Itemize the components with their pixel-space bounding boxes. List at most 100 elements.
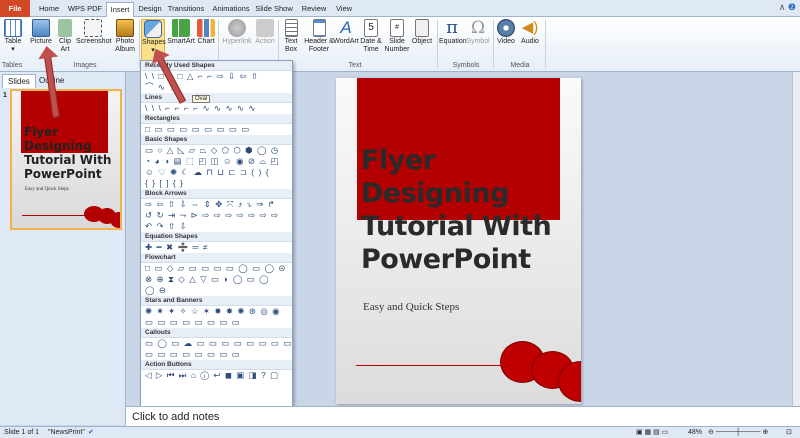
text-box-button[interactable]: Text Box	[281, 19, 301, 54]
hyperlink-button[interactable]: Hyperlink	[221, 19, 253, 46]
film-reel-icon	[497, 19, 515, 37]
group-label-media: Media	[510, 62, 530, 69]
shapes-section-header: Rectangles	[141, 114, 292, 124]
slide-canvas[interactable]: Flyer Designing Tutorial With PowerPoint…	[336, 78, 581, 404]
slide-number-icon: #	[390, 19, 404, 37]
fit-to-window-icon[interactable]: ⊡	[786, 427, 792, 438]
shape-row[interactable]: ⌒ ∿ ☆	[141, 82, 292, 93]
equation-button[interactable]: π Equation	[439, 17, 467, 46]
shape-row[interactable]: ▭ ▭ ▭ ▭ ▭ ▭ ▭ ▭	[141, 349, 292, 360]
action-icon	[256, 19, 274, 37]
view-buttons[interactable]: ▣ ▦ ▤ ▭	[636, 427, 668, 438]
ribbon-tabs: File Home WPS PDF Insert Design Transiti…	[0, 0, 800, 17]
shape-row[interactable]: ◯ ⊖	[141, 285, 292, 296]
symbol-button[interactable]: Ω Symbol	[466, 19, 490, 46]
shape-row[interactable]: { } [ ] { }	[141, 178, 292, 189]
shape-row[interactable]: \ \ \ ⌐ ⌐ ⌐ ⌐ ∿ ∿ ∿ ∿ ∿	[141, 103, 292, 114]
shape-row[interactable]: ▭ ▭ ▭ ▭ ▭ ▭ ▭ ▭	[141, 317, 292, 328]
slide-number-button[interactable]: # Slide Number	[384, 19, 410, 54]
action-button[interactable]: Action	[254, 19, 276, 46]
shape-row[interactable]: ✚ ━ ✖ ➗ ═ ≠	[141, 242, 292, 253]
object-button[interactable]: Object	[410, 19, 434, 46]
date-time-button[interactable]: 5 Date & Time	[360, 19, 382, 54]
tab-file[interactable]: File	[0, 0, 30, 17]
thumbnail-subtitle: Easy and Quick Steps	[25, 187, 69, 192]
tab-view[interactable]: View	[332, 2, 356, 17]
zoom-level[interactable]: 48%	[688, 427, 702, 438]
picture-icon	[32, 19, 50, 37]
minimize-ribbon-icon[interactable]: ∧	[779, 2, 786, 12]
notes-pane[interactable]: Click to add notes	[126, 406, 800, 426]
text-box-icon	[284, 19, 298, 37]
slide-number-label: Slide Number	[384, 38, 410, 53]
slide-thumbnail-number: 1	[3, 92, 7, 99]
wordart-button[interactable]: A WordArt	[333, 19, 359, 46]
header-footer-icon	[312, 19, 326, 37]
vertical-scrollbar[interactable]	[792, 72, 800, 406]
shape-row[interactable]: ⊗ ⊕ ⧗ ◇ △ ▽ ▭ ◗ ◯ ▭ ◯	[141, 274, 292, 285]
slide-subtitle[interactable]: Easy and Quick Steps	[363, 301, 459, 313]
header-footer-button[interactable]: Header & Footer	[304, 19, 334, 54]
tab-review[interactable]: Review	[298, 2, 330, 17]
shape-row[interactable]: ⇨ ⇦ ⇧ ⇩ ⇔ ⇕ ✥ ⤧ ⤴ ⤵ ⇒ ↱	[141, 199, 292, 210]
spellcheck-icon[interactable]: ✔	[88, 427, 94, 438]
shapes-section-header: Action Buttons	[141, 360, 292, 370]
chart-icon	[197, 19, 215, 37]
tab-transitions[interactable]: Transitions	[166, 2, 206, 17]
tab-slides[interactable]: Slides	[2, 74, 36, 88]
photo-album-icon	[116, 19, 134, 37]
hyperlink-icon	[228, 19, 246, 37]
tab-slide-show[interactable]: Slide Show	[254, 2, 294, 17]
shape-row[interactable]: ▭ ○ △ ◺ ▱ ⏢ ◇ ⬠ ⬡ ⬢ ◯ ◷	[141, 145, 292, 156]
tab-animations[interactable]: Animations	[210, 2, 252, 17]
shape-row[interactable]: ◁ ▷ ⏮ ⏭ ⌂ ⓘ ↩ ◼ ▣ ◨ ? ▢	[141, 370, 292, 381]
tab-home[interactable]: Home	[34, 2, 64, 17]
photo-album-button[interactable]: Photo Album	[112, 19, 138, 54]
group-separator	[437, 20, 438, 68]
zoom-slider[interactable]: ⊖ ────┼──── ⊕	[708, 427, 768, 438]
slide-title[interactable]: Flyer Designing Tutorial With PowerPoint	[361, 144, 581, 276]
help-icon[interactable]: ❷	[788, 2, 796, 12]
shape-row[interactable]: □ ▭ ▭ ▭ ▭ ▭ ▭ ▭ ▭	[141, 124, 292, 135]
screenshot-label: Screenshot	[76, 38, 112, 45]
smartart-button[interactable]: SmartArt	[167, 19, 195, 46]
slide-thumbnail[interactable]: Flyer Designing Tutorial With PowerPoint…	[10, 89, 122, 230]
shapes-section-header: Block Arrows	[141, 189, 292, 199]
clip-art-button[interactable]: Clip Art	[56, 19, 74, 54]
slide-red-line[interactable]	[356, 365, 521, 366]
theme-name: "NewsPrint"	[48, 429, 85, 436]
table-label: Table	[4, 38, 22, 45]
picture-button[interactable]: Picture	[28, 19, 54, 46]
object-label: Object	[411, 38, 433, 45]
shape-row[interactable]: ↺ ↻ ⇥ ⤳ ⊳ ⇨ ⇨ ⇨ ⇨ ⇨ ⇨ ⇨	[141, 210, 292, 221]
tab-design[interactable]: Design	[136, 2, 164, 17]
shapes-section-header: Basic Shapes	[141, 135, 292, 145]
tab-insert[interactable]: Insert	[106, 2, 134, 17]
hyperlink-label: Hyperlink	[222, 38, 252, 45]
tab-wps-pdf[interactable]: WPS PDF	[66, 2, 104, 17]
shape-row[interactable]: ☺ ♡ ✺ ☾ ☁ ⊓ ⊔ ⊏ ⊐ ( ) {	[141, 167, 292, 178]
action-label: Action	[255, 38, 275, 45]
audio-button[interactable]: ◀) Audio	[519, 19, 541, 46]
shape-row[interactable]: ✺ ✷ ✦ ✧ ☆ ✶ ✹ ✸ ✺ ⊛ ◎ ◉	[141, 306, 292, 317]
chart-label: Chart	[197, 38, 215, 45]
pi-icon: π	[446, 17, 458, 38]
chart-button[interactable]: Chart	[197, 19, 215, 46]
shape-row[interactable]: ▭ ◯ ▭ ☁ ▭ ▭ ▭ ▭ ▭ ▭ ▭ ▭	[141, 338, 292, 349]
shape-row[interactable]: ↶ ↷ ⇧ ⇩	[141, 221, 292, 232]
shapes-section-header: Equation Shapes	[141, 232, 292, 242]
group-label-tables: Tables	[1, 62, 23, 69]
screenshot-button[interactable]: Screenshot	[76, 19, 112, 46]
table-button[interactable]: Table ▾	[2, 19, 24, 54]
shape-row[interactable]: ◔ ◕ ◑ ▤ ⬚ ◰ ◫ ☺ ◉ ⊘ ⌓ ◰	[141, 156, 292, 167]
object-icon	[415, 19, 429, 37]
group-label-text: Text	[348, 62, 362, 69]
video-label: Video	[497, 38, 515, 45]
video-button[interactable]: Video	[495, 19, 517, 46]
picture-label: Picture	[30, 38, 52, 45]
shape-row[interactable]: □ ▭ ◇ ▱ ▭ ▭ ▭ ▭ ◯ ▭ ◯ ⊝	[141, 263, 292, 274]
speaker-icon: ◀)	[521, 19, 539, 36]
omega-icon: Ω	[470, 18, 486, 38]
shapes-section-header: Lines	[141, 93, 292, 103]
shapes-gallery-dropdown: Recently Used Shapes \ \ □ ○ □ △ ⌐ ⌐ ⇨ ⇩ …	[140, 60, 293, 408]
